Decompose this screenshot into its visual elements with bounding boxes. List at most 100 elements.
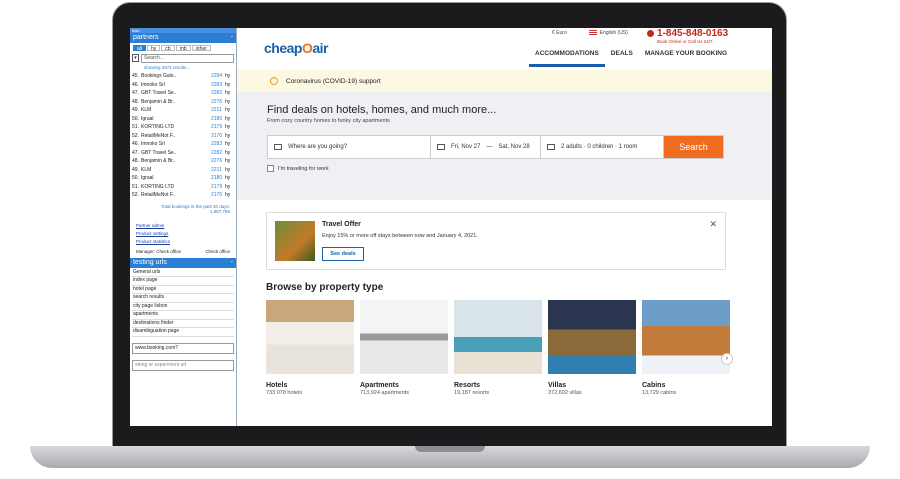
- tab-mb[interactable]: mb: [175, 45, 191, 52]
- partner-val: 2170: [211, 132, 223, 139]
- property-image[interactable]: [642, 300, 730, 374]
- partner-name: RetailMeNot F..: [141, 132, 176, 139]
- partner-row[interactable]: 49. KLM 2211 hy: [130, 166, 236, 175]
- manager-label: Manager: Check office: [136, 248, 181, 254]
- hide-toggle[interactable]: hide: [130, 28, 140, 33]
- admin-links: Partner admin Product settings Product s…: [130, 223, 236, 247]
- partner-row[interactable]: 49. KLM 2211 hy: [130, 106, 236, 115]
- product-settings-link[interactable]: Product settings: [136, 231, 236, 239]
- nav-deals[interactable]: DEALS: [605, 50, 639, 67]
- partner-unit: hy: [225, 90, 231, 97]
- property-name: Hotels: [266, 382, 288, 389]
- partner-row[interactable]: 46. Imnoko Srl 2283 hy: [130, 81, 236, 90]
- property-name: Cabins: [642, 382, 666, 389]
- close-icon[interactable]: ✕: [709, 219, 717, 230]
- guests-value: 2 adults · 0 children · 1 room: [561, 144, 638, 150]
- tab-cb[interactable]: cb: [161, 45, 175, 52]
- partner-row[interactable]: 47. GBT Travel Se.. 2282 hy: [130, 149, 236, 158]
- chevron-down-icon[interactable]: ▾: [132, 54, 139, 62]
- partner-row[interactable]: 48. Benjamin & Br.. 2276 hy: [130, 98, 236, 107]
- testing-urls-header[interactable]: testing urls -: [130, 257, 236, 268]
- testing-url-item[interactable]: hotel page: [132, 286, 234, 294]
- partner-unit: hy: [225, 73, 231, 80]
- property-image[interactable]: [360, 300, 448, 374]
- total-bookings: Total bookings in the past 30 days: 1,98…: [130, 204, 236, 214]
- tab-all[interactable]: all: [133, 45, 147, 52]
- checkout-date: Sat, Nov 28: [498, 144, 530, 150]
- work-travel-checkbox[interactable]: I'm traveling for work: [267, 165, 329, 172]
- partner-name: Imnoko Srl: [141, 141, 165, 148]
- person-icon: [547, 144, 555, 150]
- testing-url-item[interactable]: city page lisbon: [132, 303, 234, 311]
- property-image[interactable]: [454, 300, 542, 374]
- partner-num: 51.: [132, 124, 139, 131]
- property-image[interactable]: [548, 300, 636, 374]
- testing-url-item[interactable]: destinations finder: [132, 320, 234, 328]
- see-deals-button[interactable]: See deals: [322, 247, 364, 261]
- language-selector[interactable]: English (US): [588, 30, 628, 36]
- partner-val: 2282: [211, 90, 223, 97]
- property-name: Apartments: [360, 382, 399, 389]
- property-card-apartments[interactable]: Apartments 713,924 apartments: [360, 300, 448, 396]
- testing-url-item[interactable]: index page: [132, 277, 234, 286]
- testing-url-list: General urls index page hotel page search r…: [130, 268, 236, 338]
- collapse-icon[interactable]: -: [231, 259, 233, 267]
- partner-name: GBT Travel Se..: [141, 149, 177, 156]
- partner-tabs: all hy cb mb other: [130, 43, 236, 53]
- partner-row[interactable]: 45. Bookings Galo.. 2294 hy: [130, 72, 236, 81]
- search-button[interactable]: Search: [664, 136, 723, 158]
- laptop-base: [30, 446, 870, 468]
- partner-name: Igraal: [141, 115, 154, 122]
- chevron-right-icon[interactable]: ›: [721, 353, 733, 365]
- partner-val: 2283: [211, 141, 223, 148]
- partner-row[interactable]: 46. Imnoko Srl 2283 hy: [130, 140, 236, 149]
- partner-num: 47.: [132, 149, 139, 156]
- checkbox-icon[interactable]: [267, 165, 274, 172]
- destination-input[interactable]: Where are you going?: [268, 136, 431, 158]
- nav-manage-booking[interactable]: MANAGE YOUR BOOKING: [639, 50, 733, 67]
- property-name: Resorts: [454, 382, 481, 389]
- partner-num: 48.: [132, 98, 139, 105]
- partner-row[interactable]: 51. KORTING LTD 2179 hy: [130, 183, 236, 192]
- partner-row[interactable]: 47. GBT Travel Se.. 2282 hy: [130, 89, 236, 98]
- partner-row[interactable]: 51. KORTING LTD 2179 hy: [130, 123, 236, 132]
- partner-unit: hy: [225, 98, 231, 105]
- partner-row[interactable]: 50. Igraal 2180 hy: [130, 174, 236, 183]
- partner-row[interactable]: 50. Igraal 2180 hy: [130, 115, 236, 124]
- phone-contact[interactable]: 1-845-848-0163 Book Online or Call Us 24…: [647, 28, 728, 44]
- property-card-villas[interactable]: Villas 372,602 villas: [548, 300, 636, 396]
- partner-name: Igraal: [141, 175, 154, 182]
- partner-row[interactable]: 52. RetailMeNot F.. 2170 hy: [130, 191, 236, 200]
- experiment-url-input[interactable]: string or experiment url: [132, 359, 234, 371]
- partner-val: 2180: [211, 175, 223, 182]
- guests-selector[interactable]: 2 adults · 0 children · 1 room: [541, 136, 664, 158]
- partner-row[interactable]: 52. RetailMeNot F.. 2170 hy: [130, 132, 236, 141]
- covid-banner[interactable]: ! Coronavirus (COVID-19) support: [237, 70, 772, 92]
- testing-url-item[interactable]: disambiguation page: [132, 328, 234, 337]
- partner-unit: hy: [225, 115, 231, 122]
- partners-header[interactable]: partners -: [130, 33, 236, 43]
- testing-url-item[interactable]: General urls: [132, 269, 234, 277]
- tab-other[interactable]: other: [191, 45, 211, 52]
- testing-url-item[interactable]: apartments: [132, 311, 234, 320]
- property-card-cabins[interactable]: Cabins 13,729 cabins: [642, 300, 730, 396]
- property-card-hotels[interactable]: Hotels 733 078 hotels: [266, 300, 354, 396]
- browse-title: Browse by property type: [266, 282, 384, 293]
- property-image[interactable]: [266, 300, 354, 374]
- testing-url-item[interactable]: search results: [132, 294, 234, 303]
- partner-num: 49.: [132, 166, 139, 173]
- property-card-resorts[interactable]: Resorts 19,187 resorts: [454, 300, 542, 396]
- partner-num: 50.: [132, 115, 139, 122]
- partner-unit: hy: [225, 158, 231, 165]
- date-picker[interactable]: Fri, Nov 27 — Sat, Nov 28: [431, 136, 541, 158]
- currency-selector[interactable]: € Euro: [552, 30, 567, 36]
- partner-admin-link[interactable]: Partner admin: [136, 223, 236, 231]
- url-field[interactable]: www.booking.com?: [132, 342, 234, 354]
- collapse-icon[interactable]: -: [231, 34, 233, 42]
- nav-accommodations[interactable]: ACCOMMODATIONS: [529, 50, 605, 67]
- product-statistics-link[interactable]: Product statistics: [136, 239, 236, 247]
- tab-hy[interactable]: hy: [147, 45, 161, 52]
- partner-row[interactable]: 48. Benjamin & Br.. 2276 hy: [130, 157, 236, 166]
- cheapoair-logo[interactable]: cheapOair: [264, 40, 328, 56]
- partner-search-input[interactable]: Search...: [141, 54, 234, 63]
